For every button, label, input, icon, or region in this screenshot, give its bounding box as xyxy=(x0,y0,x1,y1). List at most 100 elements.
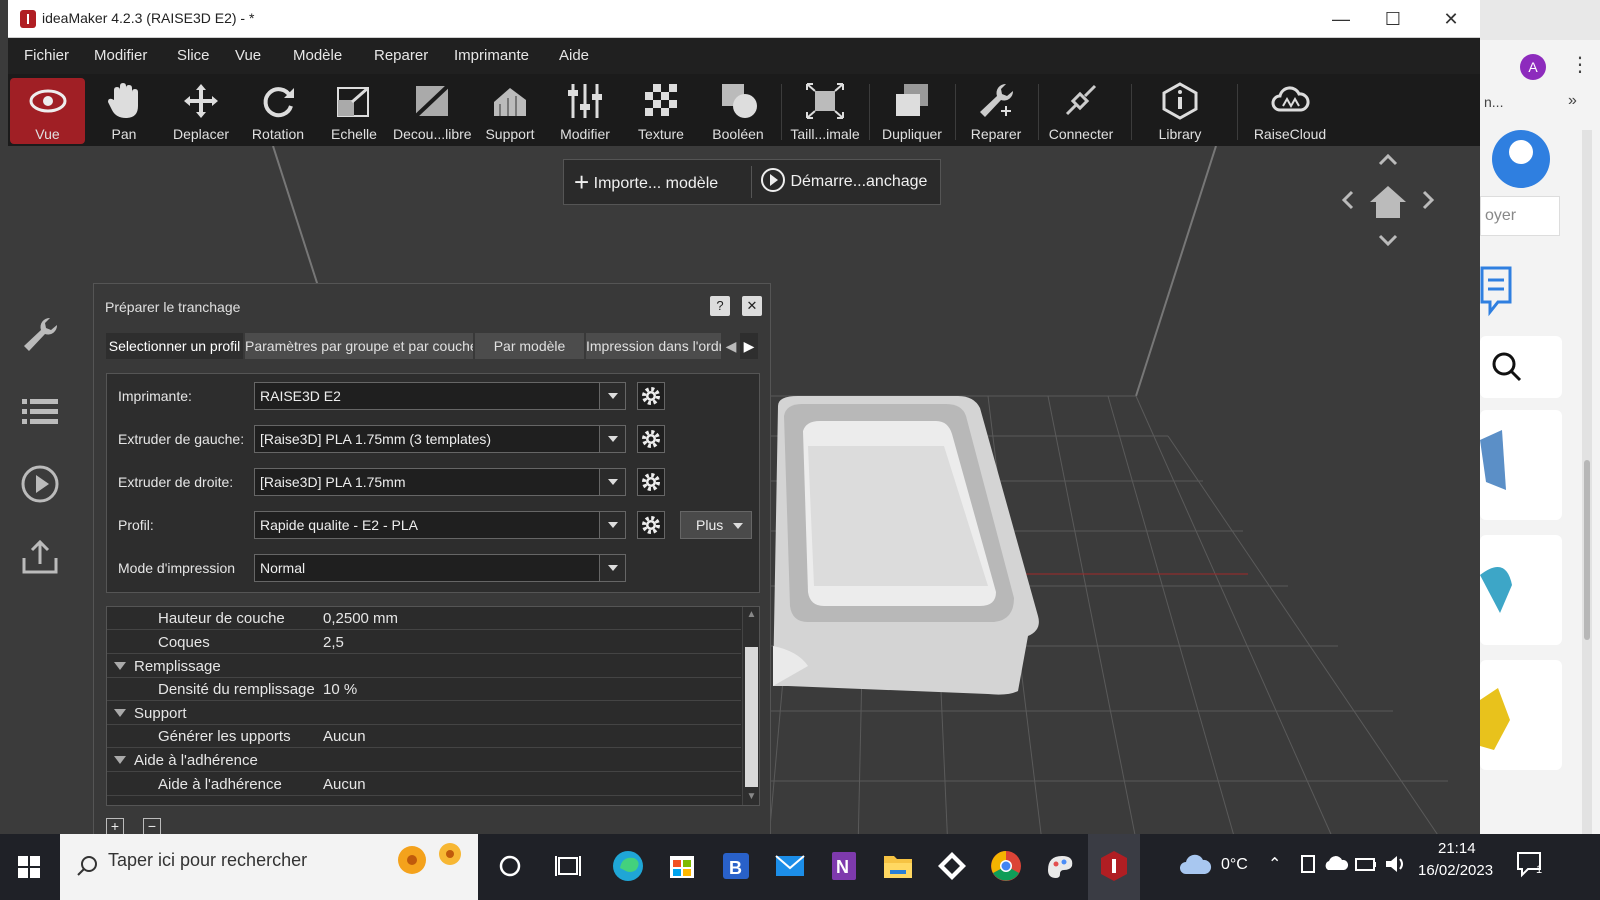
wrench-icon[interactable] xyxy=(20,316,60,356)
expand-triangle-icon[interactable] xyxy=(114,662,126,670)
list-item[interactable]: Aide à l'adhérence Aucun xyxy=(107,773,741,796)
play-icon[interactable] xyxy=(20,464,60,504)
tool-pan[interactable]: Pan xyxy=(88,78,160,144)
scroll-down-icon[interactable]: ▼ xyxy=(746,791,757,802)
menu-aide[interactable]: Aide xyxy=(559,47,589,64)
tool-rotation[interactable]: Rotation xyxy=(242,78,314,144)
tab-scroll-left-icon[interactable]: ◀ xyxy=(722,333,740,359)
clock-date[interactable]: 16/02/2023 xyxy=(1418,862,1493,879)
profile-avatar[interactable] xyxy=(1492,130,1550,188)
task-view-icon[interactable] xyxy=(548,846,588,886)
params-scrollbar[interactable]: ▲ ▼ xyxy=(742,607,759,805)
tool-modifier[interactable]: Modifier xyxy=(549,78,621,144)
print-mode-select[interactable]: Normal xyxy=(254,554,626,582)
browser-menu-icon[interactable]: ⋮ xyxy=(1570,52,1590,77)
list-item[interactable]: Hauteur de couche 0,2500 mm xyxy=(107,607,741,630)
more-button[interactable]: Plus xyxy=(680,511,752,539)
edge-icon[interactable] xyxy=(608,846,648,886)
onenote-icon[interactable]: N xyxy=(824,846,864,886)
printer-settings-button[interactable] xyxy=(637,382,665,410)
tab-group-layer-params[interactable]: Paramètres par groupe et par couche xyxy=(245,333,474,359)
tool-deplacer[interactable]: Deplacer xyxy=(163,78,239,144)
tab-print-order[interactable]: Impression dans l'ordre xyxy=(586,333,722,359)
tool-decoupe[interactable]: Decou...libre xyxy=(393,78,472,144)
account-avatar[interactable]: A xyxy=(1520,54,1546,80)
tool-raisecloud[interactable]: RaiseCloud xyxy=(1250,78,1330,144)
tab-per-model[interactable]: Par modèle xyxy=(475,333,585,359)
menu-fichier[interactable]: Fichier xyxy=(24,47,69,64)
browser-scrollbar[interactable] xyxy=(1582,130,1592,890)
printer-select[interactable]: RAISE3D E2 xyxy=(254,382,626,410)
tool-echelle[interactable]: Echelle xyxy=(318,78,390,144)
tab-select-profile[interactable]: Selectionner un profil xyxy=(106,333,244,359)
battery-icon[interactable] xyxy=(1352,850,1380,878)
param-value: 2,5 xyxy=(323,634,344,651)
tool-vue[interactable]: Vue xyxy=(10,78,85,144)
send-button-partial[interactable]: oyer xyxy=(1480,196,1560,236)
scroll-thumb[interactable] xyxy=(745,647,758,787)
list-item[interactable]: Coques 2,5 xyxy=(107,631,741,654)
scroll-up-icon[interactable]: ▲ xyxy=(746,609,757,620)
tool-connecter[interactable]: Connecter xyxy=(1043,78,1119,144)
start-slicing-button[interactable]: Démarre...anchage xyxy=(760,160,927,204)
bitdefender-icon[interactable]: B xyxy=(716,846,756,886)
menu-imprimante[interactable]: Imprimante xyxy=(454,47,529,64)
tab-scroll-right-icon[interactable]: ▶ xyxy=(740,333,758,359)
ideamaker-taskbar-icon[interactable] xyxy=(1094,846,1134,886)
left-extruder-select[interactable]: [Raise3D] PLA 1.75mm (3 templates) xyxy=(254,425,626,453)
store-icon[interactable] xyxy=(662,846,702,886)
taskbar-search-box[interactable]: Taper ici pour rechercher xyxy=(60,834,478,900)
export-icon[interactable] xyxy=(20,536,60,576)
search-card[interactable] xyxy=(1480,336,1562,398)
maximize-button[interactable]: ☐ xyxy=(1370,6,1416,32)
tool-dupliquer[interactable]: Dupliquer xyxy=(874,78,950,144)
left-extruder-settings-button[interactable] xyxy=(637,425,665,453)
expand-triangle-icon[interactable] xyxy=(114,709,126,717)
tool-texture[interactable]: Texture xyxy=(625,78,697,144)
menu-slice[interactable]: Slice xyxy=(177,47,210,64)
bookmarks-overflow-icon[interactable]: » xyxy=(1568,92,1577,110)
profile-settings-button[interactable] xyxy=(637,511,665,539)
windows-start-icon[interactable] xyxy=(18,856,40,878)
menu-reparer[interactable]: Reparer xyxy=(374,47,428,64)
chrome-icon[interactable] xyxy=(986,846,1026,886)
menu-modifier[interactable]: Modifier xyxy=(94,47,147,64)
minimize-button[interactable]: — xyxy=(1318,6,1364,32)
onedrive-icon[interactable] xyxy=(1322,850,1350,878)
list-icon[interactable] xyxy=(20,391,60,431)
profile-select[interactable]: Rapide qualite - E2 - PLA xyxy=(254,511,626,539)
tool-support[interactable]: Support xyxy=(474,78,546,144)
dialog-close-button[interactable]: ✕ xyxy=(742,296,762,316)
cut-icon xyxy=(412,82,452,120)
group-header[interactable]: Remplissage xyxy=(107,655,741,678)
group-name: Support xyxy=(134,705,187,722)
help-button[interactable]: ? xyxy=(710,296,730,316)
shape-card-2 xyxy=(1480,535,1562,645)
expand-triangle-icon[interactable] xyxy=(114,756,126,764)
tray-chevron-icon[interactable]: ⌃ xyxy=(1268,854,1281,874)
inkscape-icon[interactable] xyxy=(932,846,972,886)
close-button[interactable]: ✕ xyxy=(1428,6,1474,32)
group-header[interactable]: Support xyxy=(107,702,741,725)
paint-3d-icon[interactable] xyxy=(1040,846,1080,886)
cortana-icon[interactable] xyxy=(490,846,530,886)
camera-nav-control[interactable] xyxy=(1338,150,1438,250)
tool-reparer[interactable]: Reparer xyxy=(960,78,1032,144)
right-extruder-settings-button[interactable] xyxy=(637,468,665,496)
file-explorer-icon[interactable] xyxy=(878,846,918,886)
tool-library[interactable]: Library xyxy=(1144,78,1216,144)
mail-icon[interactable] xyxy=(770,846,810,886)
volume-icon[interactable] xyxy=(1382,850,1410,878)
chevron-down-icon xyxy=(599,383,625,409)
menu-modele[interactable]: Modèle xyxy=(293,47,342,64)
list-item[interactable]: Générer les upports Aucun xyxy=(107,725,741,748)
import-model-button[interactable]: + Importe... modèle xyxy=(574,160,718,204)
clock-time[interactable]: 21:14 xyxy=(1438,840,1476,857)
tool-taille-maximale[interactable]: Taill...imale xyxy=(786,78,864,144)
group-header[interactable]: Aide à l'adhérence xyxy=(107,749,741,772)
tool-booleen[interactable]: Booléen xyxy=(701,78,775,144)
device-icon[interactable] xyxy=(1294,850,1322,878)
right-extruder-select[interactable]: [Raise3D] PLA 1.75mm xyxy=(254,468,626,496)
menu-vue[interactable]: Vue xyxy=(235,47,261,64)
list-item[interactable]: Densité du remplissage 10 % xyxy=(107,678,741,701)
